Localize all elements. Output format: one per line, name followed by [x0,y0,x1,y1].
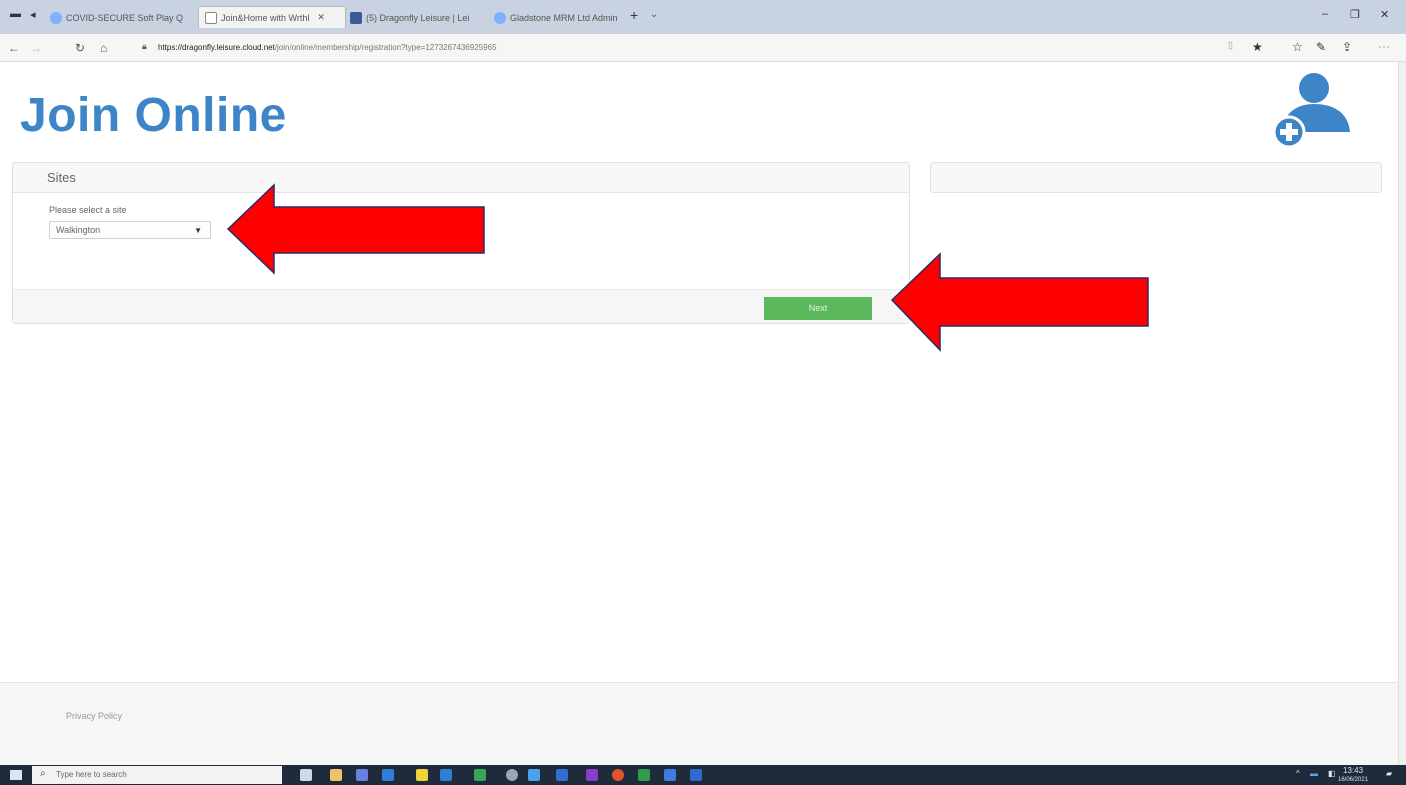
clock-time: 13:43 [1343,766,1364,775]
tab-label: Gladstone MRM Ltd Admin [510,13,618,23]
url-path: /join/online/membership/registration?typ… [274,43,497,52]
sticky-notes-icon[interactable] [416,769,428,781]
globe-icon [494,12,506,24]
pen-icon[interactable]: ✎ [1316,40,1326,54]
site-select[interactable]: Walkington ▼ [49,221,211,239]
tray-chevron-icon[interactable]: ^ [1296,769,1300,778]
windows-start-icon[interactable] [10,770,22,780]
browser-tab-bar: ▬ ◂ COVID-SECURE Soft Play Q Join&Home w… [0,0,1406,34]
url-field[interactable]: https://dragonfly.leisure.cloud.net/join… [158,43,497,52]
document-icon [205,11,217,24]
refresh-icon[interactable]: ↻ [75,41,85,55]
search-placeholder: Type here to search [56,770,127,779]
maximize-button[interactable]: ❐ [1350,8,1360,21]
url-host: https://dragonfly.leisure.cloud.net [158,43,275,52]
tab-covid-secure[interactable]: COVID-SECURE Soft Play Q [50,9,200,27]
page-footer: Privacy Policy [0,682,1398,765]
close-tab-icon[interactable]: ✕ [317,12,325,23]
annotation-arrow-left-icon [226,183,485,275]
tab-label: Join&Home with Wrthl [221,12,310,23]
search-icon: ⌕ [40,768,46,779]
window-menu-icon[interactable]: ▬ [10,8,21,20]
panel-footer: Next [13,289,909,323]
side-panel [930,162,1382,193]
clock[interactable]: 13:43 16/06/2021 [1338,767,1368,784]
teams-icon[interactable] [356,769,368,781]
close-window-button[interactable]: ✕ [1380,8,1389,21]
remote-desktop-icon[interactable] [664,769,676,781]
tab-join-home[interactable]: Join&Home with Wrthl ✕ [198,6,346,28]
windows-taskbar: ⌕ Type here to search ^ ▬ ◧ 13:43 16/06/… [0,765,1406,785]
back-icon[interactable]: ← [8,41,20,55]
tab-label: (5) Dragonfly Leisure | Lei [366,13,470,23]
user-add-icon [1272,73,1350,149]
minimize-button[interactable]: – [1322,8,1328,20]
privacy-policy-link[interactable]: Privacy Policy [66,711,122,721]
reading-view-icon[interactable]: ▯ [1228,40,1233,51]
next-button[interactable]: Next [764,297,872,320]
tab-dragonfly-facebook[interactable]: (5) Dragonfly Leisure | Lei [350,9,490,27]
settings-icon[interactable] [506,769,518,781]
excel-icon[interactable] [474,769,486,781]
notifications-icon[interactable]: ▰ [1386,769,1392,778]
clock-date: 16/06/2021 [1338,777,1369,783]
file-explorer-icon[interactable] [330,769,342,781]
more-icon[interactable]: ⋯ [1378,40,1390,54]
onenote-icon[interactable] [586,769,598,781]
forward-icon[interactable]: → [30,41,42,55]
chevron-down-icon: ▼ [194,226,202,235]
tab-label: COVID-SECURE Soft Play Q [66,13,184,23]
favorite-star-icon[interactable]: ★ [1252,40,1263,54]
outlook-icon[interactable] [382,769,394,781]
address-bar: ← → ↻ ⌂ 🔒︎ https://dragonfly.leisure.clo… [0,34,1406,62]
lock-icon: 🔒︎ [142,41,147,51]
page-title: Join Online [20,89,287,142]
share-icon[interactable]: ⇪ [1342,40,1352,54]
page-scrollbar[interactable] [1398,62,1406,765]
active-app-icon[interactable] [556,769,568,781]
excel-file-icon[interactable] [638,769,650,781]
task-view-icon[interactable] [300,769,312,781]
chrome-icon[interactable] [612,769,624,781]
taskbar-search[interactable]: ⌕ Type here to search [32,766,282,784]
word-file-icon[interactable] [690,769,702,781]
back-tabs-icon[interactable]: ◂ [30,8,36,21]
page-icon [50,12,62,24]
home-icon[interactable]: ⌂ [100,41,107,55]
web-page: Join Online Sites Please select a site W… [0,62,1398,765]
site-select-value: Walkington [56,225,101,235]
new-tab-button[interactable]: + [630,7,638,23]
word-icon[interactable] [440,769,452,781]
tab-gladstone-admin[interactable]: Gladstone MRM Ltd Admin [494,9,626,27]
tab-list-dropdown[interactable]: ⌄ [650,9,658,20]
edge-icon[interactable] [528,769,540,781]
annotation-arrow-left-icon [890,252,1149,352]
facebook-icon [350,12,362,24]
favorites-bar-icon[interactable]: ☆ [1292,40,1303,54]
network-icon[interactable]: ▬ [1310,769,1318,778]
volume-icon[interactable]: ◧ [1328,769,1336,778]
